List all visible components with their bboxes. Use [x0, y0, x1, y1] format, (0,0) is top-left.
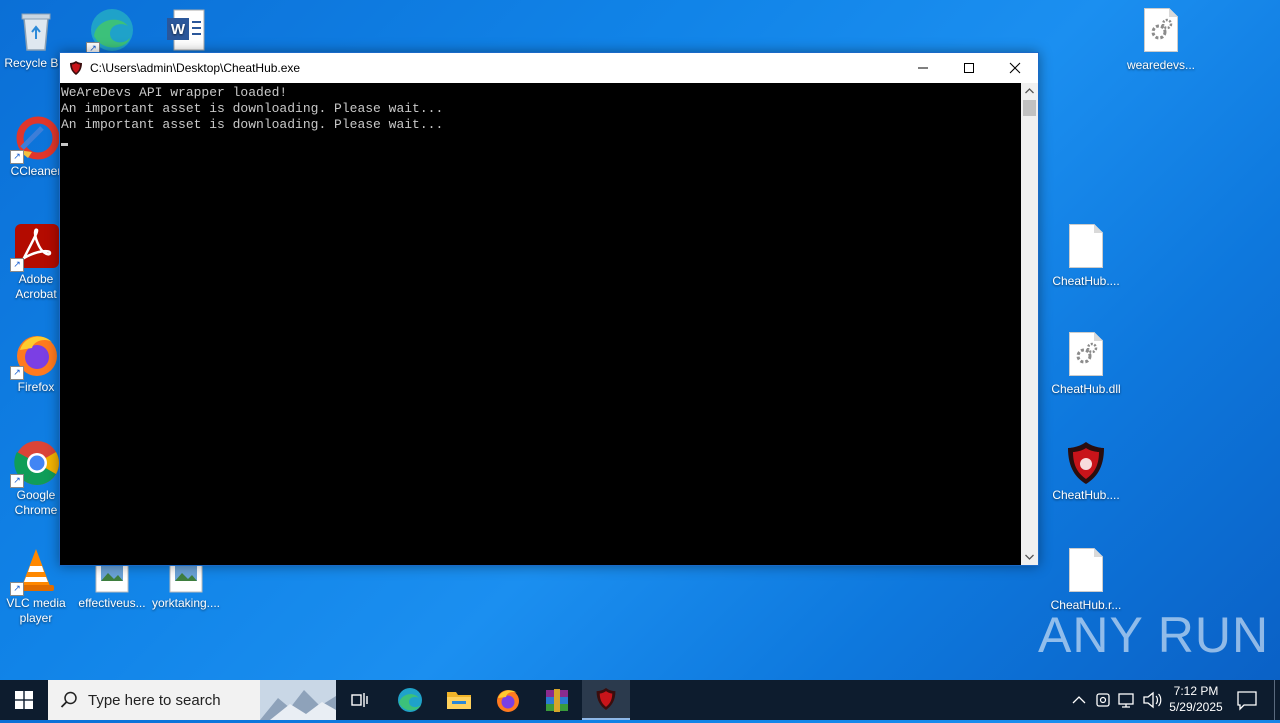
scroll-up-icon[interactable]	[1021, 83, 1038, 100]
shortcut-arrow-icon: ↗	[10, 474, 24, 488]
task-view-button[interactable]	[336, 680, 384, 720]
ccleaner-icon: ↗	[10, 114, 60, 164]
tray-clock[interactable]: 7:12 PM 5/29/2025	[1166, 680, 1226, 720]
config-file-icon	[1137, 8, 1185, 56]
desktop-icon-wearedevs[interactable]: wearedevs...	[1123, 8, 1199, 73]
tray-volume-button[interactable]	[1140, 680, 1164, 720]
action-center-button[interactable]	[1232, 680, 1262, 720]
desktop-icon-label: CheatHub.dll	[1051, 382, 1121, 396]
tray-overflow-button[interactable]	[1068, 680, 1090, 720]
task-view-icon	[351, 693, 368, 707]
taskbar-cheathub-active[interactable]	[582, 680, 630, 720]
start-button[interactable]	[0, 680, 48, 720]
vertical-scrollbar[interactable]	[1021, 83, 1038, 565]
windows-logo-icon	[15, 691, 33, 709]
folder-icon	[447, 692, 471, 709]
desktop-icon-label: wearedevs...	[1126, 58, 1196, 72]
console-line: An important asset is downloading. Pleas…	[61, 101, 444, 116]
clock-date: 5/29/2025	[1169, 700, 1223, 714]
desktop-icon-edge[interactable]: ↗	[74, 6, 150, 56]
show-desktop-button[interactable]	[1274, 680, 1280, 720]
search-placeholder: Type here to search	[88, 691, 221, 709]
scroll-down-icon[interactable]	[1021, 548, 1038, 565]
search-icon	[60, 691, 77, 708]
shortcut-arrow-icon: ↗	[10, 258, 24, 272]
taskbar-file-explorer[interactable]	[435, 680, 483, 720]
chevron-up-icon	[1072, 696, 1086, 704]
desktop-icon-label: CheatHub....	[1052, 488, 1120, 502]
minimize-button[interactable]	[900, 53, 946, 83]
notification-icon	[1237, 691, 1257, 711]
svg-text:W: W	[171, 21, 186, 38]
desktop-icon-label: VLC media player	[6, 596, 66, 625]
edge-icon: ↗	[86, 6, 136, 56]
maximize-button[interactable]	[946, 53, 992, 83]
window-titlebar[interactable]: C:\Users\admin\Desktop\CheatHub.exe	[60, 53, 1038, 83]
firefox-icon	[497, 690, 519, 712]
cheathub-app-icon	[596, 688, 616, 710]
taskbar-firefox[interactable]	[484, 680, 532, 720]
desktop-icon-cheathub-file[interactable]: CheatHub....	[1048, 224, 1124, 289]
desktop-icon-cheathub-r[interactable]: CheatHub.r...	[1048, 548, 1124, 613]
taskbar-search-box[interactable]: Type here to search	[48, 680, 336, 720]
text-cursor	[61, 143, 68, 146]
window-title: C:\Users\admin\Desktop\CheatHub.exe	[90, 61, 301, 75]
search-highlight-image	[260, 680, 336, 720]
dll-file-icon	[1062, 332, 1110, 380]
shortcut-arrow-icon: ↗	[10, 366, 24, 380]
firefox-icon: ↗	[10, 330, 60, 380]
winrar-icon	[546, 689, 568, 712]
desktop-icon-cheathub-dll[interactable]: CheatHub.dll	[1048, 332, 1124, 397]
desktop-icon-label: effectiveus...	[78, 596, 146, 610]
close-icon	[1009, 62, 1021, 74]
shortcut-arrow-icon: ↗	[10, 582, 24, 596]
clock-time: 7:12 PM	[1173, 684, 1219, 698]
word-document-icon: W	[162, 6, 210, 54]
cheathub-app-icon	[1062, 438, 1110, 486]
taskbar-winrar[interactable]	[533, 680, 581, 720]
console-line: An important asset is downloading. Pleas…	[61, 117, 444, 132]
anyrun-watermark: ANY RUN	[1038, 607, 1270, 663]
desktop-icon-label: CheatHub....	[1052, 274, 1120, 288]
tray-device-icon-button[interactable]	[1092, 680, 1114, 720]
console-line: WeAreDevs API wrapper loaded!	[61, 85, 288, 100]
close-button[interactable]	[992, 53, 1038, 83]
shortcut-arrow-icon: ↗	[10, 150, 24, 164]
blank-file-icon	[1062, 224, 1110, 272]
network-icon	[1118, 693, 1134, 708]
maximize-icon	[964, 63, 974, 73]
adobe-acrobat-icon: ↗	[10, 222, 60, 272]
device-icon	[1096, 693, 1110, 707]
console-output[interactable]: WeAreDevs API wrapper loaded! An importan…	[60, 83, 1021, 565]
scrollbar-thumb[interactable]	[1023, 100, 1036, 116]
minimize-icon	[918, 67, 928, 69]
desktop-icon-word-doc[interactable]: W	[148, 6, 224, 56]
desktop-icon-cheathub-exe[interactable]: CheatHub....	[1048, 438, 1124, 503]
cheathub-app-icon	[70, 61, 82, 75]
blank-file-icon	[1062, 548, 1110, 596]
recycle-bin-icon	[12, 6, 60, 54]
edge-icon	[398, 688, 422, 712]
speaker-icon	[1143, 691, 1162, 709]
tray-network-button[interactable]	[1115, 680, 1139, 720]
console-window[interactable]: C:\Users\admin\Desktop\CheatHub.exe WeAr…	[59, 52, 1039, 566]
taskbar: Type here to search 7:12 PM 5/29/2025	[0, 680, 1280, 720]
chrome-icon: ↗	[10, 438, 60, 488]
taskbar-edge[interactable]	[386, 680, 434, 720]
vlc-icon: ↗	[10, 546, 60, 596]
desktop-icon-label: yorktaking....	[151, 596, 221, 610]
